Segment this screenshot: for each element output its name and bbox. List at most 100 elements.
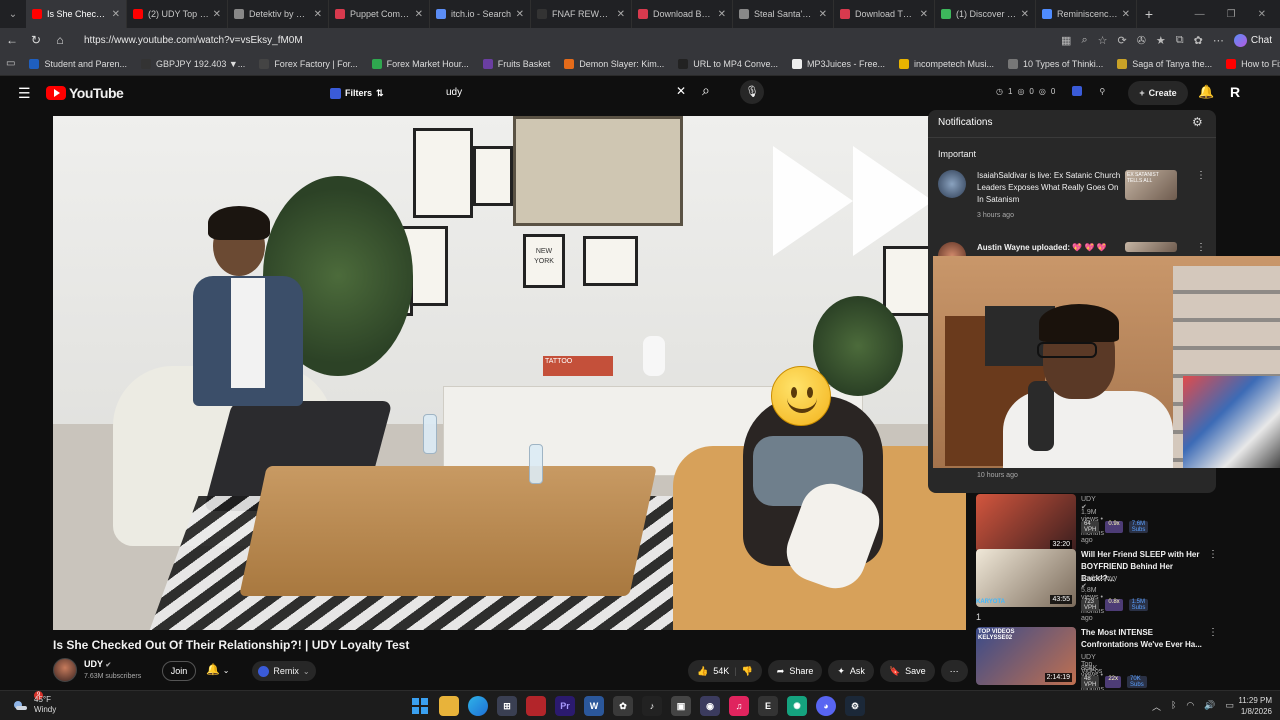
refresh-icon[interactable]: ⟳ bbox=[1117, 34, 1126, 47]
close-tab-icon[interactable]: ✕ bbox=[112, 9, 120, 20]
app-icon[interactable]: ✿ bbox=[613, 696, 633, 716]
search-input[interactable]: udy bbox=[438, 80, 696, 106]
home-button[interactable]: ⌂ bbox=[48, 33, 72, 47]
edge-browser-icon[interactable] bbox=[468, 696, 488, 716]
music-icon[interactable]: ♫ bbox=[729, 696, 749, 716]
extension-badge-icon[interactable] bbox=[1072, 86, 1083, 96]
browser-tab[interactable]: Is She Checked O✕ bbox=[26, 0, 127, 28]
gear-icon[interactable]: ⚙ bbox=[1192, 115, 1203, 129]
close-tab-icon[interactable]: ✕ bbox=[213, 9, 221, 20]
kebab-menu-icon[interactable]: ⋮ bbox=[1208, 549, 1218, 560]
windows-start-icon[interactable] bbox=[410, 696, 430, 716]
discord-icon[interactable]: ◕ bbox=[816, 696, 836, 716]
favorite-star-icon[interactable]: ☆ bbox=[1098, 34, 1108, 47]
clock[interactable]: 11:29 PM 1/8/2026 bbox=[1228, 695, 1272, 717]
favorites-icon[interactable]: ★ bbox=[1156, 34, 1166, 47]
new-tab-button[interactable]: + bbox=[1137, 6, 1161, 22]
store-icon[interactable]: ⊞ bbox=[497, 696, 517, 716]
browser-tab[interactable]: Download BLOOD✕ bbox=[632, 0, 733, 28]
kebab-menu-icon[interactable]: ⋮ bbox=[1196, 170, 1206, 181]
close-tab-icon[interactable]: ✕ bbox=[415, 9, 423, 20]
app-icon[interactable]: ◉ bbox=[700, 696, 720, 716]
channel-name[interactable]: UDY ✔ bbox=[84, 659, 111, 669]
chatgpt-icon[interactable]: ✺ bbox=[787, 696, 807, 716]
close-tab-icon[interactable]: ✕ bbox=[1122, 9, 1130, 20]
join-button[interactable]: Join bbox=[162, 661, 196, 681]
reload-button[interactable]: ↻ bbox=[24, 33, 48, 47]
browser-tab[interactable]: Steal Santa's Pills✕ bbox=[733, 0, 834, 28]
channel-avatar[interactable] bbox=[53, 658, 77, 682]
browser-tab[interactable]: (1) Discover - Gar✕ bbox=[935, 0, 1036, 28]
bookmark-item[interactable]: incompetech Musi... bbox=[898, 58, 994, 69]
extensions-icon[interactable]: ✿ bbox=[1194, 34, 1203, 47]
search-icon[interactable]: ⌕ bbox=[702, 82, 710, 99]
premiere-icon[interactable]: Pr bbox=[555, 696, 575, 716]
filters-button[interactable]: Filters ⇅ bbox=[330, 82, 388, 104]
zoom-icon[interactable]: ⌕ bbox=[1081, 34, 1087, 47]
remix-button[interactable]: Remix ⌄ bbox=[252, 661, 316, 681]
create-button[interactable]: + Create bbox=[1128, 81, 1188, 105]
wifi-icon[interactable]: ◠ bbox=[1186, 700, 1194, 713]
bookmark-item[interactable]: MP3Juices - Free... bbox=[791, 58, 885, 69]
close-tab-icon[interactable]: ✕ bbox=[314, 9, 322, 20]
volume-icon[interactable]: 🔊 bbox=[1204, 700, 1215, 713]
bookmark-item[interactable]: Saga of Tanya the... bbox=[1117, 58, 1212, 69]
account-avatar[interactable]: R bbox=[1230, 84, 1248, 102]
bookmark-item[interactable]: Demon Slayer: Kim... bbox=[564, 58, 664, 69]
tiktok-icon[interactable]: ♪ bbox=[642, 696, 662, 716]
kebab-menu-icon[interactable]: ⋮ bbox=[1208, 627, 1218, 638]
bluetooth-icon[interactable]: ᛒ bbox=[1171, 700, 1176, 713]
share-button[interactable]: ➦ Share bbox=[767, 660, 823, 682]
browser-tab[interactable]: Download The N ✕ bbox=[834, 0, 935, 28]
browser-tab[interactable]: itch.io - Search ✕ bbox=[430, 0, 531, 28]
restore-icon[interactable]: ❐ bbox=[1227, 9, 1236, 20]
browser-tab[interactable]: (2) UDY Top Vide✕ bbox=[127, 0, 228, 28]
puzzle-icon[interactable]: ⚲ bbox=[1099, 87, 1105, 96]
close-tab-icon[interactable]: ✕ bbox=[1021, 9, 1029, 20]
file-explorer-icon[interactable] bbox=[439, 696, 459, 716]
word-icon[interactable]: W bbox=[584, 696, 604, 716]
bookmark-item[interactable]: Forex Market Hour... bbox=[371, 58, 469, 69]
close-tab-icon[interactable]: ✕ bbox=[617, 9, 625, 20]
bookmark-item[interactable]: 10 Types of Thinki... bbox=[1008, 58, 1103, 69]
bookmark-item[interactable]: Fruits Basket bbox=[482, 58, 550, 69]
sidebar-toggle-icon[interactable]: ▭ bbox=[6, 58, 15, 69]
collections-icon[interactable]: ⧉ bbox=[1176, 34, 1184, 47]
more-actions-button[interactable]: ⋯ bbox=[940, 660, 968, 682]
thumbs-down-icon[interactable]: 👎 bbox=[742, 666, 753, 677]
close-window-icon[interactable]: ✕ bbox=[1258, 9, 1266, 20]
youtube-logo[interactable]: YouTube bbox=[46, 85, 124, 101]
chevron-up-icon[interactable]: ︿ bbox=[1152, 700, 1161, 713]
close-tab-icon[interactable]: ✕ bbox=[718, 9, 726, 20]
close-tab-icon[interactable]: ✕ bbox=[920, 9, 928, 20]
subscription-bell-icon[interactable]: 🔔 ⌄ bbox=[206, 663, 229, 676]
app-icon[interactable]: ▦ bbox=[1061, 34, 1071, 47]
ask-button[interactable]: ✦ Ask bbox=[828, 660, 874, 682]
browser-tab[interactable]: Puppet Combo - ✕ bbox=[329, 0, 430, 28]
tab-actions-menu[interactable]: ⌄ bbox=[0, 9, 26, 20]
close-tab-icon[interactable]: ✕ bbox=[819, 9, 827, 20]
app-icon[interactable]: ▣ bbox=[671, 696, 691, 716]
clear-search-icon[interactable]: ✕ bbox=[676, 84, 686, 98]
address-bar[interactable]: https://www.youtube.com/watch?v=vsEksy_f… bbox=[84, 35, 1061, 46]
bookmark-item[interactable]: Student and Paren... bbox=[29, 58, 127, 69]
save-button[interactable]: 🔖 Save bbox=[879, 660, 935, 682]
bookmark-item[interactable]: Forex Factory | For... bbox=[259, 58, 358, 69]
back-button[interactable]: ← bbox=[0, 33, 24, 47]
app-icon[interactable] bbox=[526, 696, 546, 716]
bookmark-item[interactable]: GBPJPY 192.403 ▼... bbox=[141, 58, 245, 69]
close-tab-icon[interactable]: ✕ bbox=[516, 9, 524, 20]
browser-tab[interactable]: Reminiscence on✕ bbox=[1036, 0, 1137, 28]
menu-icon[interactable]: ☰ bbox=[18, 85, 31, 102]
bookmark-item[interactable]: How to Fix Screen... bbox=[1226, 58, 1280, 69]
epic-games-icon[interactable]: E bbox=[758, 696, 778, 716]
steam-icon[interactable]: ⚙ bbox=[845, 696, 865, 716]
browser-tab[interactable]: FNAF REWRITTEN✕ bbox=[531, 0, 632, 28]
notifications-bell-icon[interactable]: 🔔 bbox=[1198, 84, 1214, 100]
extension-icon[interactable]: ✇ bbox=[1137, 34, 1146, 47]
like-button[interactable]: 👍 54K | 👎 bbox=[688, 660, 762, 682]
kebab-menu-icon[interactable]: ⋮ bbox=[1196, 242, 1206, 253]
video-player[interactable]: NEW YORK TATTOO bbox=[53, 116, 966, 630]
chat-button[interactable]: Chat bbox=[1233, 33, 1272, 47]
settings-menu-icon[interactable]: ⋯ bbox=[1213, 34, 1224, 47]
